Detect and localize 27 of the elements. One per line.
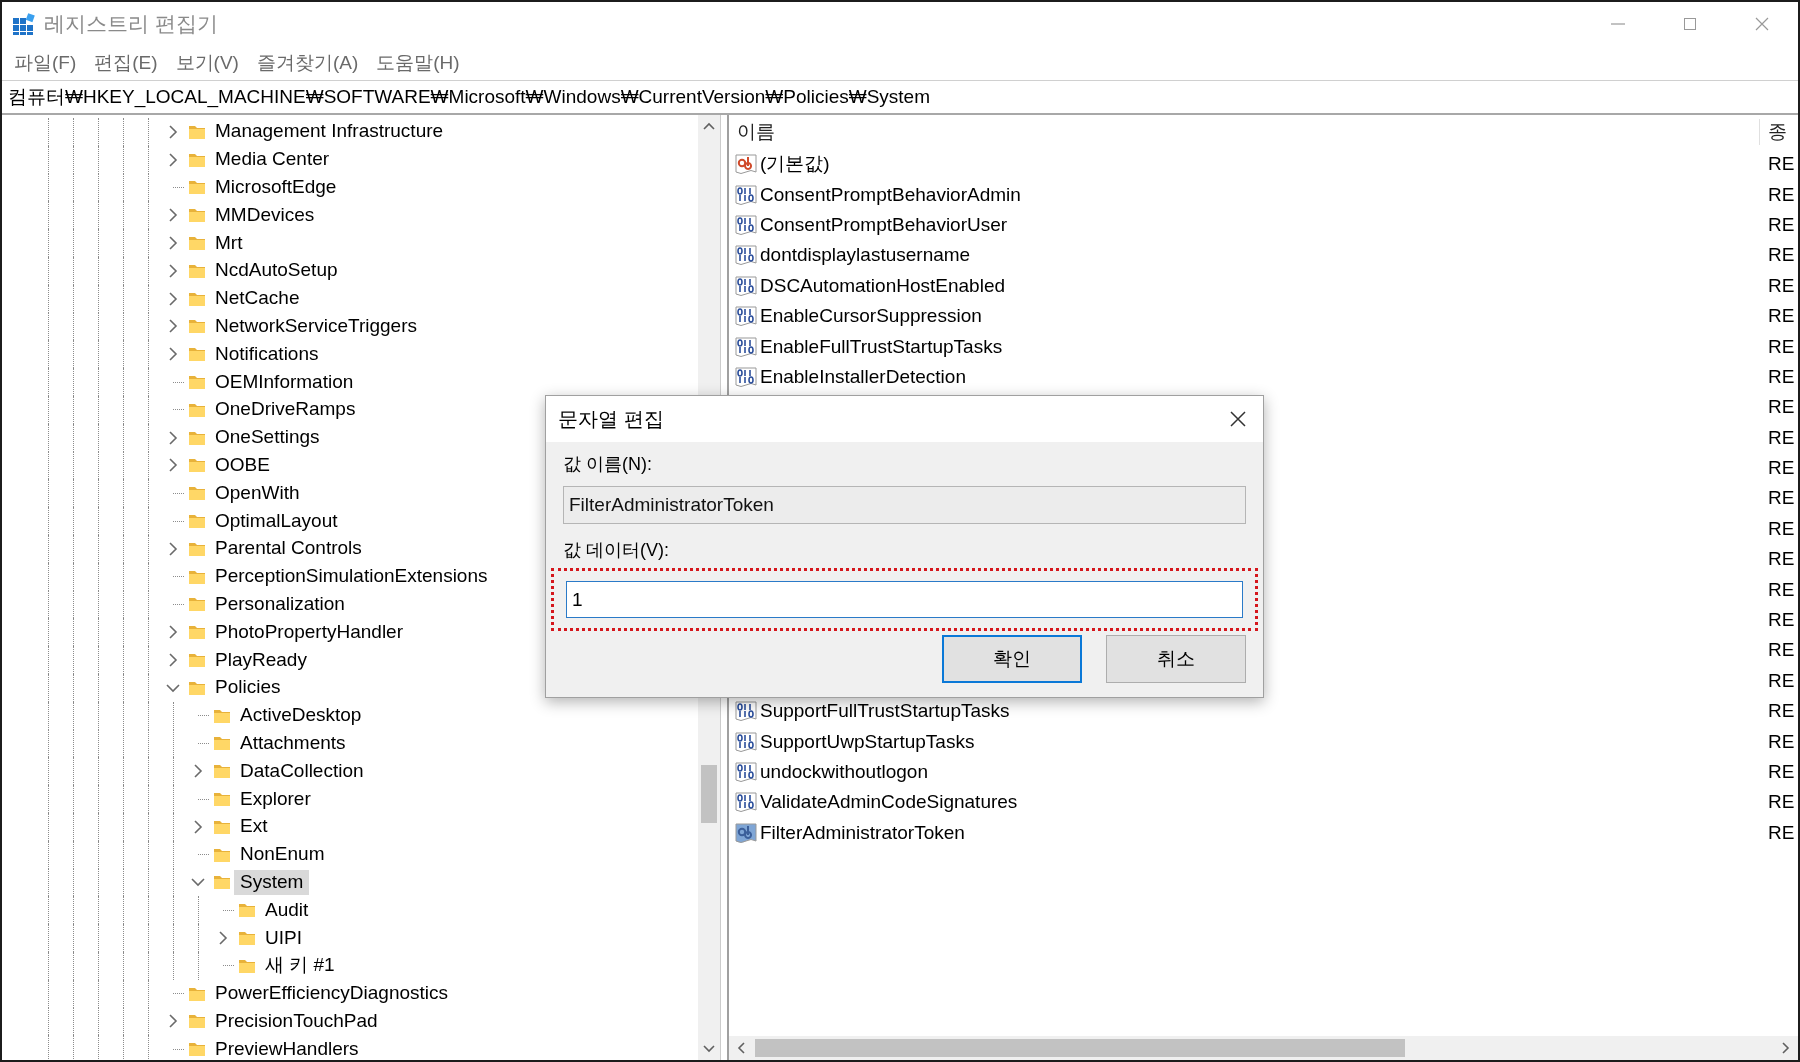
- window-title: 레지스트리 편집기: [44, 11, 218, 37]
- value-type: RE: [1767, 274, 1796, 297]
- value-type: RE: [1767, 639, 1796, 662]
- value-type: RE: [1767, 730, 1796, 753]
- value-type: RE: [1767, 305, 1796, 328]
- value-type: RE: [1767, 548, 1796, 571]
- value-type: RE: [1767, 396, 1796, 419]
- field-label: 값 이름(N):: [563, 453, 652, 476]
- value-type: RE: [1767, 578, 1796, 601]
- value-type: RE: [1767, 457, 1796, 480]
- value-type: RE: [1767, 700, 1796, 723]
- field-label: 값 데이터(V):: [563, 539, 669, 562]
- value-type: RE: [1767, 821, 1796, 844]
- value-type: RE: [1767, 183, 1796, 206]
- value-type: RE: [1767, 153, 1796, 176]
- value-type: RE: [1767, 669, 1796, 692]
- value-type: RE: [1767, 426, 1796, 449]
- value-type: RE: [1767, 213, 1796, 236]
- dialog-title: 문자열 편집: [558, 406, 665, 432]
- value-type: RE: [1767, 609, 1796, 632]
- value-type: RE: [1767, 791, 1796, 814]
- value-type: RE: [1767, 244, 1796, 267]
- value-type: RE: [1767, 487, 1796, 510]
- value-type: RE: [1767, 761, 1796, 783]
- value-type: RE: [1767, 365, 1796, 388]
- value-type: RE: [1767, 335, 1796, 358]
- value-type: RE: [1767, 517, 1796, 540]
